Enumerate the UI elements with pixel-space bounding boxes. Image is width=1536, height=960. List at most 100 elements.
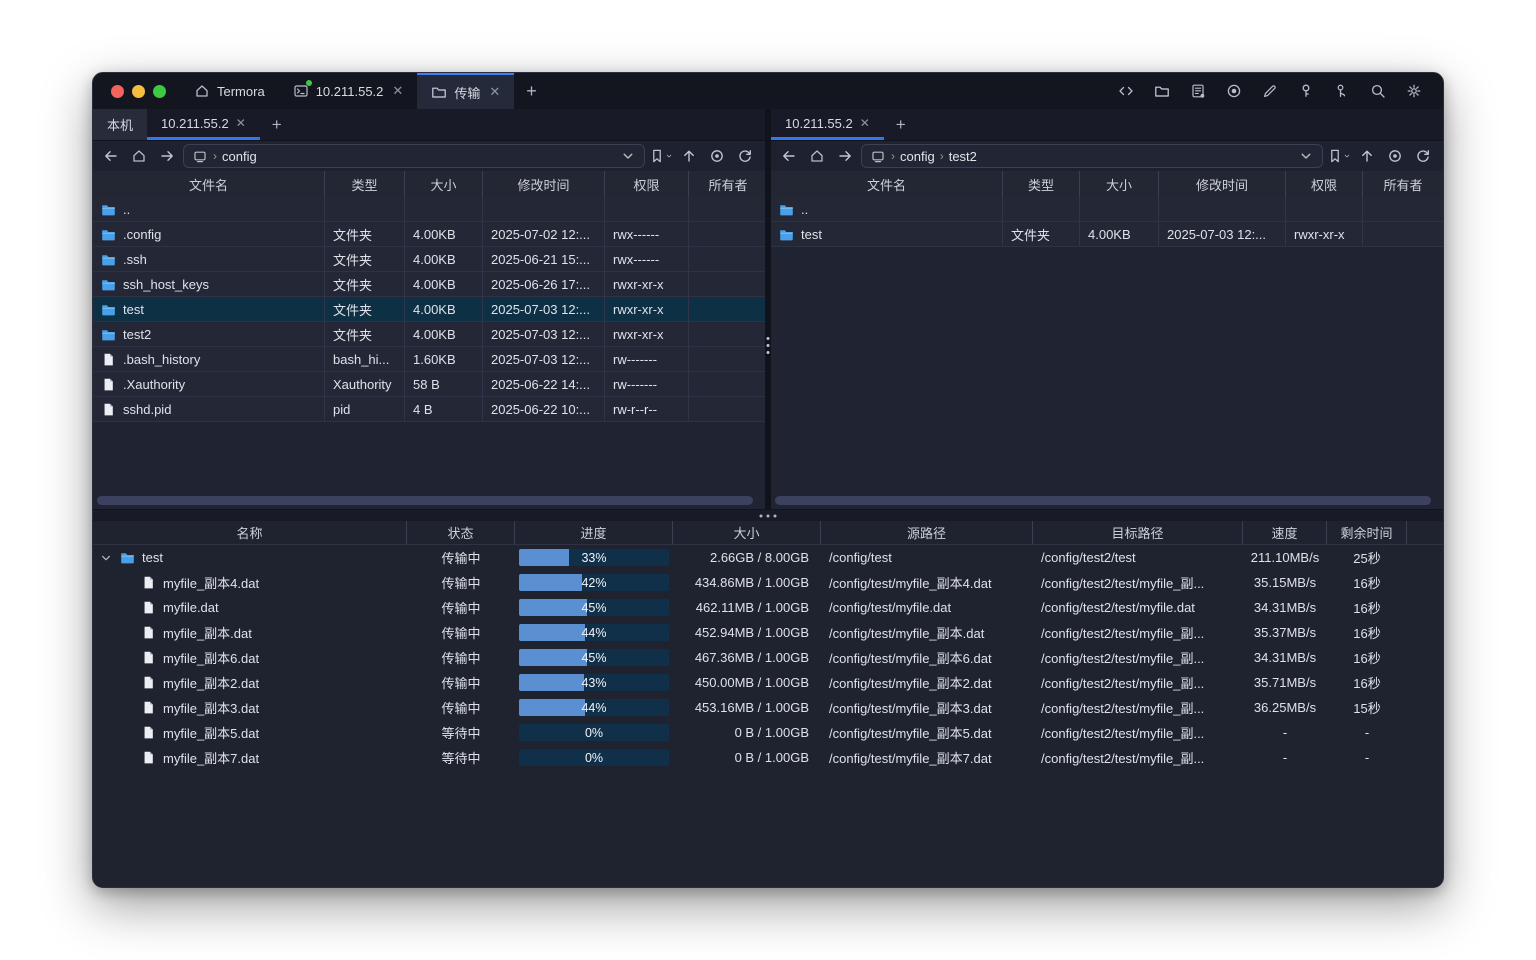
forward-icon[interactable] <box>833 144 857 168</box>
transfer-row[interactable]: test 传输中 33% 2.66GB / 8.00GB /config/tes… <box>93 545 1443 570</box>
column-header-type[interactable]: 类型 <box>1003 171 1080 197</box>
file-row[interactable]: .. <box>771 197 1443 222</box>
chevron-down-icon[interactable] <box>620 148 636 164</box>
left-table-header: 文件名 类型 大小 修改时间 权限 所有者 <box>93 171 765 197</box>
home-icon[interactable] <box>127 144 151 168</box>
transfer-row[interactable]: myfile_副本7.dat 等待中 0% 0 B / 1.00GB /conf… <box>93 745 1443 770</box>
column-header-speed[interactable]: 速度 <box>1243 521 1327 544</box>
file-row[interactable]: .. <box>93 197 765 222</box>
refresh-icon[interactable] <box>1411 144 1435 168</box>
record-icon[interactable] <box>1221 78 1247 104</box>
forward-icon[interactable] <box>155 144 179 168</box>
right-file-panel: 10.211.55.2 ✕ + › config › test2 <box>771 109 1443 509</box>
transfer-name: myfile.dat <box>163 600 219 615</box>
column-header-size[interactable]: 大小 <box>405 171 483 197</box>
column-header-mtime[interactable]: 修改时间 <box>483 171 605 197</box>
close-tab-icon[interactable]: ✕ <box>860 116 870 130</box>
column-header-size[interactable]: 大小 <box>1080 171 1159 197</box>
column-header-owner[interactable]: 所有者 <box>1363 171 1443 197</box>
settings-icon[interactable] <box>1401 78 1427 104</box>
key-icon[interactable] <box>1293 78 1319 104</box>
file-row[interactable]: .ssh 文件夹4.00KB2025-06-21 15:...rwx------ <box>93 247 765 272</box>
column-header-name[interactable]: 文件名 <box>771 171 1003 197</box>
path-segment[interactable]: test2 <box>949 149 977 164</box>
close-tab-icon[interactable]: ✕ <box>392 83 403 99</box>
tab-termora-home[interactable]: Termora <box>180 73 279 109</box>
folder-icon[interactable] <box>1149 78 1175 104</box>
size-value: 434.86MB / 1.00GB <box>673 575 821 590</box>
source-path: /config/test/myfile_副本7.dat <box>821 748 1033 767</box>
path-breadcrumb[interactable]: › config › test2 <box>861 144 1323 168</box>
column-header-type[interactable]: 类型 <box>325 171 405 197</box>
column-header-target[interactable]: 目标路径 <box>1033 521 1243 544</box>
show-hidden-icon[interactable] <box>705 144 729 168</box>
column-header-perm[interactable]: 权限 <box>605 171 689 197</box>
new-tab-button[interactable]: + <box>514 73 549 109</box>
column-header-remaining[interactable]: 剩余时间 <box>1327 521 1407 544</box>
refresh-icon[interactable] <box>733 144 757 168</box>
transfer-row[interactable]: myfile_副本.dat 传输中 44% 452.94MB / 1.00GB … <box>93 620 1443 645</box>
path-segment[interactable]: config <box>222 149 257 164</box>
file-row[interactable]: .config 文件夹4.00KB2025-07-02 12:...rwx---… <box>93 222 765 247</box>
column-header-progress[interactable]: 进度 <box>515 521 673 544</box>
transfer-name: myfile_副本2.dat <box>163 673 259 692</box>
tab-remote-host[interactable]: 10.211.55.2 ✕ <box>147 109 260 140</box>
column-header-mtime[interactable]: 修改时间 <box>1159 171 1286 197</box>
column-header-size[interactable]: 大小 <box>673 521 821 544</box>
keychain-icon[interactable] <box>1329 78 1355 104</box>
home-icon[interactable] <box>805 144 829 168</box>
file-row[interactable]: .bash_history bash_hi...1.60KB2025-07-03… <box>93 347 765 372</box>
file-row[interactable]: sshd.pid pid4 B2025-06-22 10:...rw-r--r-… <box>93 397 765 422</box>
transfer-row[interactable]: myfile.dat 传输中 45% 462.11MB / 1.00GB /co… <box>93 595 1443 620</box>
transfer-row[interactable]: myfile_副本2.dat 传输中 43% 450.00MB / 1.00GB… <box>93 670 1443 695</box>
show-hidden-icon[interactable] <box>1383 144 1407 168</box>
bookmark-icon[interactable] <box>649 144 673 168</box>
tab-transfer[interactable]: 传输 ✕ <box>417 73 514 109</box>
transfer-row[interactable]: myfile_副本5.dat 等待中 0% 0 B / 1.00GB /conf… <box>93 720 1443 745</box>
file-row[interactable]: .Xauthority Xauthority58 B2025-06-22 14:… <box>93 372 765 397</box>
chevron-down-icon[interactable] <box>1298 148 1314 164</box>
file-row[interactable]: test 文件夹4.00KB2025-07-03 12:...rwxr-xr-x <box>771 222 1443 247</box>
column-header-status[interactable]: 状态 <box>407 521 515 544</box>
path-segment[interactable]: config <box>900 149 935 164</box>
transfer-row[interactable]: myfile_副本3.dat 传输中 44% 453.16MB / 1.00GB… <box>93 695 1443 720</box>
transfer-name: myfile_副本6.dat <box>163 648 259 667</box>
titlebar: Termora 10.211.55.2 ✕ 传输 ✕ + <box>93 73 1443 109</box>
bookmark-icon[interactable] <box>1327 144 1351 168</box>
tab-local[interactable]: 本机 <box>93 109 147 140</box>
close-tab-icon[interactable]: ✕ <box>489 84 500 100</box>
column-header-name[interactable]: 文件名 <box>93 171 325 197</box>
zoom-window-button[interactable] <box>153 85 166 98</box>
column-header-owner[interactable]: 所有者 <box>689 171 765 197</box>
close-window-button[interactable] <box>111 85 124 98</box>
log-icon[interactable] <box>1185 78 1211 104</box>
horizontal-scrollbar[interactable] <box>775 496 1431 505</box>
transfer-row[interactable]: myfile_副本4.dat 传输中 42% 434.86MB / 1.00GB… <box>93 570 1443 595</box>
transfer-row[interactable]: myfile_副本6.dat 传输中 45% 467.36MB / 1.00GB… <box>93 645 1443 670</box>
back-icon[interactable] <box>99 144 123 168</box>
path-breadcrumb[interactable]: › config <box>183 144 645 168</box>
minimize-window-button[interactable] <box>132 85 145 98</box>
status-badge: 传输中 <box>407 673 515 692</box>
parent-directory-icon[interactable] <box>677 144 701 168</box>
tab-ssh-session[interactable]: 10.211.55.2 ✕ <box>279 73 418 109</box>
search-icon[interactable] <box>1365 78 1391 104</box>
horizontal-splitter[interactable] <box>93 509 1443 521</box>
edit-icon[interactable] <box>1257 78 1283 104</box>
back-icon[interactable] <box>777 144 801 168</box>
source-path: /config/test/myfile.dat <box>821 600 1033 615</box>
column-header-perm[interactable]: 权限 <box>1286 171 1363 197</box>
new-panel-tab-button[interactable]: + <box>884 109 918 140</box>
code-icon[interactable] <box>1113 78 1139 104</box>
column-header-name[interactable]: 名称 <box>93 521 407 544</box>
expand-chevron-icon[interactable] <box>99 551 113 565</box>
file-row[interactable]: test2 文件夹4.00KB2025-07-03 12:...rwxr-xr-… <box>93 322 765 347</box>
close-tab-icon[interactable]: ✕ <box>236 116 246 130</box>
parent-directory-icon[interactable] <box>1355 144 1379 168</box>
new-panel-tab-button[interactable]: + <box>260 109 294 140</box>
file-row-selected[interactable]: test 文件夹4.00KB2025-07-03 12:...rwxr-xr-x <box>93 297 765 322</box>
column-header-source[interactable]: 源路径 <box>821 521 1033 544</box>
horizontal-scrollbar[interactable] <box>97 496 753 505</box>
tab-remote-host[interactable]: 10.211.55.2 ✕ <box>771 109 884 140</box>
file-row[interactable]: ssh_host_keys 文件夹4.00KB2025-06-26 17:...… <box>93 272 765 297</box>
